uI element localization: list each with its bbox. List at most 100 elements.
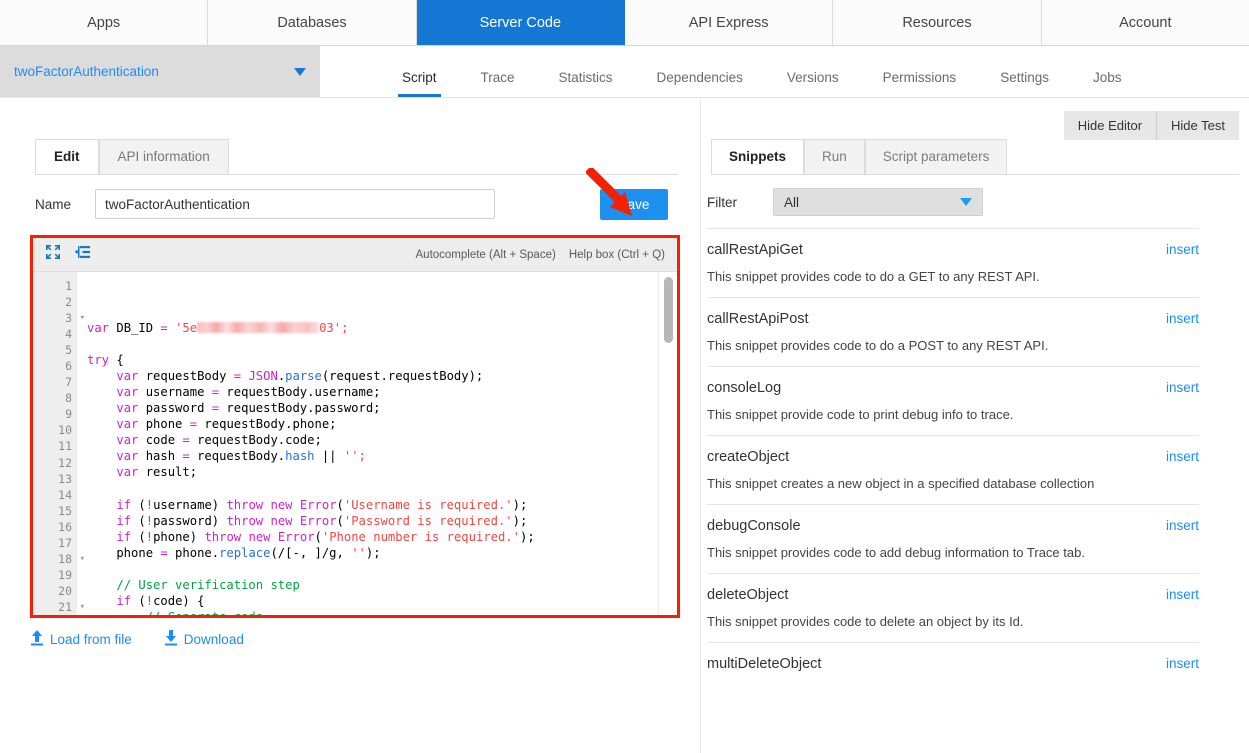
line-number-gutter: 123▾456789101112131415161718▾192021▾22 xyxy=(33,272,85,615)
code-token: Error xyxy=(299,497,337,512)
snippet-item[interactable]: callRestApiPost insert This snippet provid… xyxy=(707,297,1199,366)
name-label: Name xyxy=(35,196,72,212)
nav-tab-server-code[interactable]: Server Code xyxy=(416,0,625,45)
script-name-input[interactable] xyxy=(95,189,495,219)
nav-tab-databases[interactable]: Databases xyxy=(208,0,417,45)
test-tab-snippets[interactable]: Snippets xyxy=(711,139,805,175)
code-token: var xyxy=(116,401,139,416)
code-token: = xyxy=(182,449,190,464)
code-token: = xyxy=(182,433,190,448)
code-token: phone xyxy=(138,417,190,432)
nav-tab-api-express[interactable]: API Express xyxy=(624,0,834,45)
test-pane: Hide Editor Hide Test Snippets Run Script p… xyxy=(700,98,1249,753)
subtab-label: Dependencies xyxy=(656,69,743,85)
server-code-page: Apps Databases Server Code API Express Resou… xyxy=(0,0,1249,753)
code-token: if xyxy=(116,497,132,512)
snippet-filter-value: All xyxy=(784,194,800,210)
hide-test-button[interactable]: Hide Test xyxy=(1157,111,1239,140)
subtab-versions[interactable]: Versions xyxy=(765,70,861,98)
test-tab-run[interactable]: Run xyxy=(804,139,865,175)
code-token: ( xyxy=(131,497,146,512)
nav-tab-account[interactable]: Account xyxy=(1041,0,1249,45)
script-selector-dropdown[interactable]: twoFactorAuthentication xyxy=(0,46,320,97)
code-token: throw new xyxy=(204,529,271,544)
line-number: 18 ▾ xyxy=(58,551,85,566)
editor-vertical-scrollbar[interactable] xyxy=(664,274,673,614)
snippet-description: This snippet provide code to print debug… xyxy=(707,407,1014,422)
code-token: (/[-, ]/g, xyxy=(270,545,352,560)
link-label: Load from file xyxy=(50,632,132,647)
subtab-statistics[interactable]: Statistics xyxy=(537,70,635,98)
fullscreen-expand-icon[interactable] xyxy=(45,244,61,265)
code-token: phone) xyxy=(153,529,205,544)
subtab-trace[interactable]: Trace xyxy=(459,70,537,98)
code-token: var xyxy=(116,369,139,384)
download-link[interactable]: Download xyxy=(164,630,244,649)
snippet-item[interactable]: deleteObject insert This snippet provides … xyxy=(707,573,1199,642)
code-token: phone xyxy=(87,545,161,560)
code-token: JSON xyxy=(248,369,278,384)
code-token: ''; xyxy=(343,449,366,464)
code-token: 03'; xyxy=(319,321,349,335)
test-tab-script-parameters[interactable]: Script parameters xyxy=(864,139,1008,175)
snippet-item[interactable]: debugConsole insert This snippet provides … xyxy=(707,504,1199,573)
subtab-jobs[interactable]: Jobs xyxy=(1071,70,1144,98)
code-token: parse xyxy=(285,369,322,384)
test-pane-tabs: Snippets Run Script parameters xyxy=(711,139,1008,175)
line-number: 19 xyxy=(58,567,72,582)
format-indent-icon[interactable] xyxy=(75,244,91,265)
code-token: var xyxy=(116,465,139,480)
line-number: 3 ▾ xyxy=(65,311,85,326)
scrollbar-thumb[interactable] xyxy=(664,277,673,343)
code-token: ); xyxy=(512,513,528,528)
editor-toolbar: Autocomplete (Alt + Space) Help box (Ctr… xyxy=(33,238,677,272)
nav-tab-resources[interactable]: Resources xyxy=(833,0,1042,45)
snippet-insert-link[interactable]: insert xyxy=(1166,242,1199,257)
code-token: requestBody.username; xyxy=(219,385,381,400)
subtab-permissions[interactable]: Permissions xyxy=(861,70,979,98)
snippet-insert-link[interactable]: insert xyxy=(1166,311,1199,326)
snippets-list[interactable]: callRestApiGet insert This snippet provide… xyxy=(707,228,1199,752)
code-token: ( xyxy=(314,529,322,544)
code-token: = xyxy=(233,369,242,384)
load-from-file-link[interactable]: Load from file xyxy=(30,630,132,649)
nav-tab-apps[interactable]: Apps xyxy=(0,0,209,45)
code-token: var xyxy=(116,417,139,432)
snippet-insert-link[interactable]: insert xyxy=(1166,380,1199,395)
line-number: 9 xyxy=(65,407,72,422)
code-token: ( xyxy=(131,513,146,528)
hide-editor-button[interactable]: Hide Editor xyxy=(1063,111,1158,140)
snippet-insert-link[interactable]: insert xyxy=(1166,587,1199,602)
line-number: 13 xyxy=(58,471,72,486)
code-token: { xyxy=(109,353,124,368)
save-button[interactable]: Save xyxy=(600,189,668,220)
snippet-name: callRestApiPost xyxy=(707,311,809,327)
snippet-item[interactable]: consoleLog insert This snippet provide cod… xyxy=(707,366,1199,435)
code-area[interactable]: 123▾456789101112131415161718▾192021▾22 v… xyxy=(33,272,677,615)
code-content[interactable]: var DB_ID = '5e 03'; try { var requestBody… xyxy=(77,272,677,615)
code-editor-highlighted-region: Autocomplete (Alt + Space) Help box (Ctr… xyxy=(30,235,680,618)
code-token: (request.requestBody); xyxy=(321,369,484,384)
snippet-item[interactable]: multiDeleteObject insert xyxy=(707,642,1199,685)
subtab-dependencies[interactable]: Dependencies xyxy=(635,69,765,98)
code-token: ); xyxy=(520,529,535,544)
subtab-settings[interactable]: Settings xyxy=(978,70,1071,98)
snippet-filter-select[interactable]: All xyxy=(773,188,983,216)
subtab-script[interactable]: Script xyxy=(380,70,459,98)
editor-tab-api-information[interactable]: API information xyxy=(98,139,229,175)
snippet-name: createObject xyxy=(707,449,790,465)
code-token: = xyxy=(160,321,168,335)
code-token: ! xyxy=(145,593,154,608)
snippet-item[interactable]: createObject insert This snippet creates a… xyxy=(707,435,1199,504)
snippet-insert-link[interactable]: insert xyxy=(1166,449,1199,464)
editor-tab-edit[interactable]: Edit xyxy=(35,139,99,175)
snippet-insert-link[interactable]: insert xyxy=(1166,656,1199,671)
snippet-insert-link[interactable]: insert xyxy=(1166,518,1199,533)
nav-tab-label: Account xyxy=(1119,14,1172,31)
download-arrow-icon xyxy=(164,630,178,649)
snippet-name: consoleLog xyxy=(707,380,782,396)
snippet-item[interactable]: callRestApiGet insert This snippet provide… xyxy=(707,228,1199,297)
